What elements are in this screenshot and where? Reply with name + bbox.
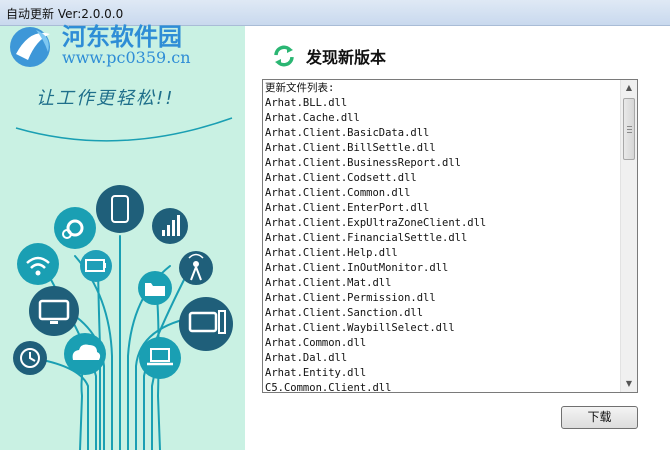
antenna-node	[179, 251, 213, 285]
file-list-item: Arhat.Entity.dll	[265, 367, 367, 379]
scrollbar-thumb[interactable]	[623, 98, 635, 160]
desktop-node	[179, 297, 233, 351]
file-list-item: Arhat.Dal.dll	[265, 352, 348, 364]
download-button[interactable]: 下载	[561, 406, 638, 429]
file-list-item: Arhat.Client.WaybillSelect.dll	[265, 322, 455, 334]
clock-node	[13, 341, 47, 375]
file-list-item: Arhat.Client.BasicData.dll	[265, 127, 430, 139]
signal-bars-node	[152, 208, 188, 244]
left-banner: 河东软件园 www.pc0359.cn 让工作更轻松!!	[0, 22, 245, 450]
folder-node	[138, 271, 172, 305]
swoosh-line	[15, 117, 233, 142]
vertical-scrollbar[interactable]: ▲ ▼	[620, 80, 637, 392]
header-title: 发现新版本	[306, 48, 387, 67]
file-list-item: Arhat.Client.Help.dll	[265, 247, 398, 259]
tech-tree-illustration	[13, 117, 233, 450]
file-list-item: Arhat.Client.EnterPort.dll	[265, 202, 430, 214]
file-list-item: Arhat.Client.Mat.dll	[265, 277, 392, 289]
update-file-lines: 更新文件列表: Arhat.BLL.dll Arhat.Cache.dll Arhat…	[265, 81, 619, 393]
file-list-item: Arhat.Client.BillSettle.dll	[265, 142, 436, 154]
file-list-item: Arhat.BLL.dll	[265, 97, 348, 109]
file-list-item: Arhat.Client.Common.dll	[265, 187, 411, 199]
file-list-item: Arhat.Client.Sanction.dll	[265, 307, 424, 319]
scroll-down-arrow-icon[interactable]: ▼	[621, 376, 637, 392]
battery-node	[80, 250, 112, 282]
site-url: www.pc0359.cn	[62, 48, 191, 67]
file-list-item: Arhat.Common.dll	[265, 337, 367, 349]
file-list-item: Arhat.Client.BusinessReport.dll	[265, 157, 461, 169]
monitor-node	[29, 286, 79, 336]
file-list-item: Arhat.Client.Permission.dll	[265, 292, 436, 304]
file-list-item: Arhat.Client.Codsett.dll	[265, 172, 417, 184]
file-list-item: Arhat.Cache.dll	[265, 112, 360, 124]
list-header: 更新文件列表:	[265, 82, 335, 94]
file-list-item: Arhat.Client.FinancialSettle.dll	[265, 232, 468, 244]
phone-node	[96, 185, 144, 233]
scroll-up-arrow-icon[interactable]: ▲	[621, 80, 637, 96]
wifi-node	[17, 243, 59, 285]
file-list-item: C5.Common.Client.dll	[265, 382, 392, 393]
cloud-node	[64, 333, 106, 375]
file-list-item: Arhat.Client.InOutMonitor.dll	[265, 262, 449, 274]
site-logo-icon	[10, 27, 50, 67]
site-name: 河东软件园	[62, 22, 182, 51]
laptop-node	[139, 337, 181, 379]
gear-node	[54, 207, 96, 249]
refresh-icon	[274, 45, 294, 67]
file-list-item: Arhat.Client.ExpUltraZoneClient.dll	[265, 217, 487, 229]
update-file-list[interactable]: 更新文件列表: Arhat.BLL.dll Arhat.Cache.dll Arhat…	[262, 79, 638, 393]
